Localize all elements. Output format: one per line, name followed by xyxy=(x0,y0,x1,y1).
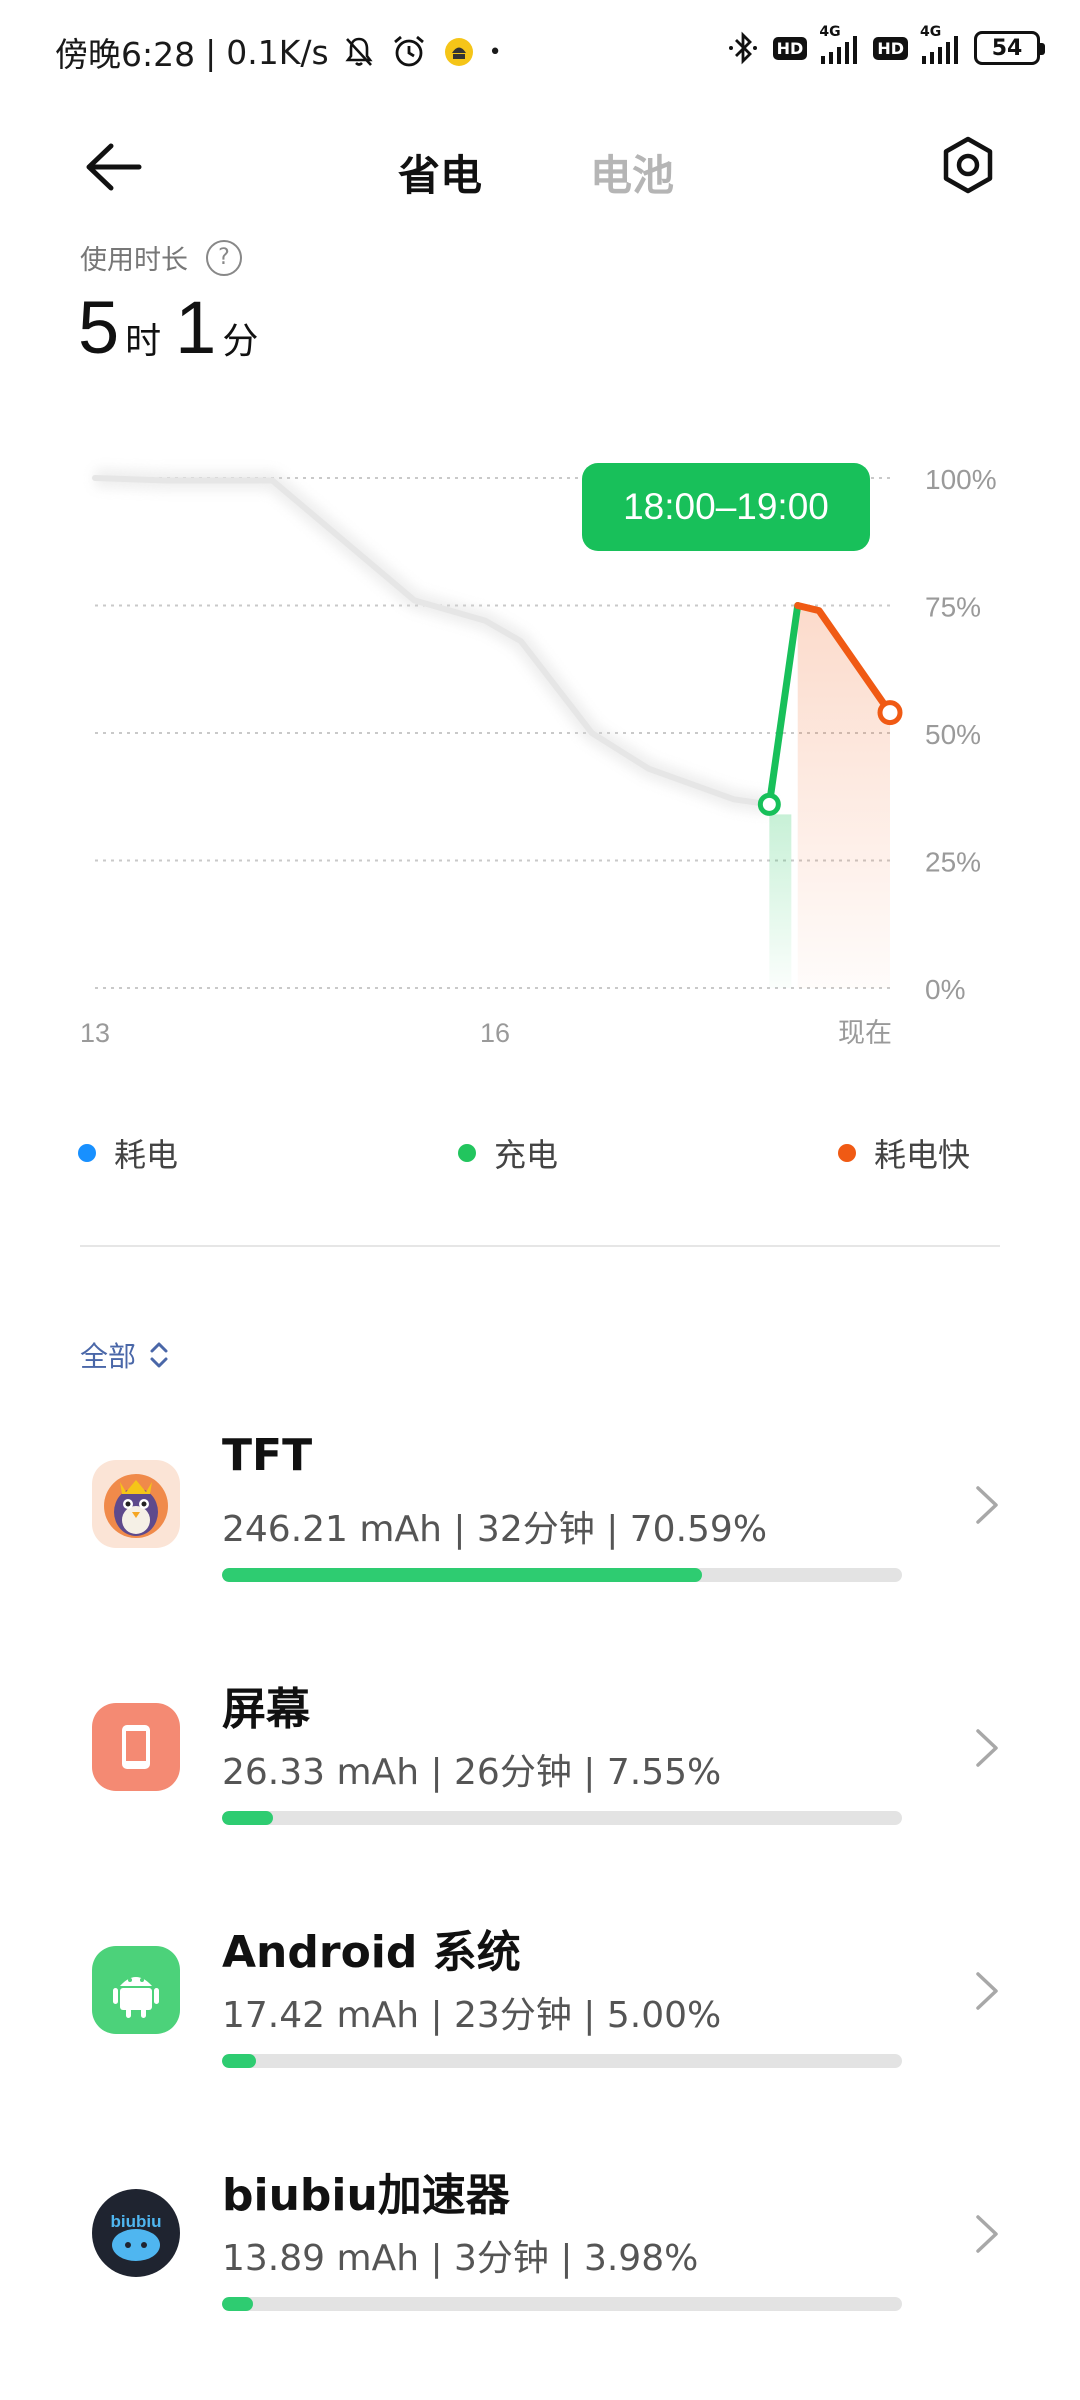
battery-level: 54 xyxy=(991,35,1023,61)
y-tick-label: 50% xyxy=(925,719,981,750)
filter-dropdown[interactable]: 全部 xyxy=(80,1335,170,1375)
status-right: HD 4G HD 4G 54 xyxy=(723,24,1045,68)
notification-app-icon xyxy=(439,32,479,72)
x-tick-label: 13 xyxy=(80,1018,110,1048)
x-tick-label: 现在 xyxy=(838,1018,892,1048)
hd-badge-2: HD xyxy=(873,36,908,60)
legend-label-fast-drain: 耗电快 xyxy=(874,1136,971,1174)
tooltip-text: 18:00–19:00 xyxy=(623,486,829,527)
current-point xyxy=(877,700,903,726)
settings-button[interactable] xyxy=(935,132,1005,202)
app-name: biubiu加速器 xyxy=(222,2170,510,2221)
chart-tooltip: 18:00–19:00 xyxy=(582,463,870,551)
status-bar: 傍晚6:28 | 0.1K/s • HD 4G HD 4G 54 xyxy=(0,0,1080,110)
y-tick-label: 0% xyxy=(925,974,965,1005)
usage-bar-track xyxy=(222,2297,902,2311)
legend-label-drain: 耗电 xyxy=(114,1136,179,1174)
filter-label: 全部 xyxy=(80,1340,137,1373)
fast-drain-area xyxy=(797,605,890,988)
chart-x-ticks: 13 16 现在 xyxy=(80,1018,892,1048)
charge-area xyxy=(769,814,792,988)
usage-minutes-unit: 分 xyxy=(222,321,259,362)
y-tick-label: 75% xyxy=(925,592,981,623)
app-stats: 246.21 mAh | 32分钟 | 70.59% xyxy=(222,1509,768,1550)
battery-icon: 54 xyxy=(974,31,1045,65)
usage-bar-fill xyxy=(222,1568,702,1582)
sort-chevron-icon xyxy=(150,1342,168,1368)
app-row-android-system[interactable]: Android 系统 17.42 mAh | 23分钟 | 5.00% xyxy=(0,1896,1080,2096)
legend-dot-drain xyxy=(78,1144,96,1162)
legend-item-drain: 耗电 xyxy=(78,1130,178,1176)
usage-label: 使用时长 xyxy=(80,245,188,276)
status-separator: | xyxy=(205,32,217,72)
bell-muted-icon xyxy=(339,32,379,72)
chevron-right-icon xyxy=(976,2215,998,2253)
app-row-biubiu[interactable]: biubiu biubiu加速器 13.89 mAh | 3分钟 | 3.98% xyxy=(0,2139,1080,2339)
battery-level-chart[interactable]: 100% 75% 50% 25% 0% 13 16 现在 18:00–19:00 xyxy=(0,430,1080,1070)
tab-battery[interactable]: 电池 xyxy=(590,142,674,203)
status-dot: • xyxy=(488,39,502,65)
screen-icon xyxy=(92,1703,180,1791)
charge-start-point xyxy=(757,792,781,816)
chart-y-ticks: 100% 75% 50% 25% 0% xyxy=(925,464,997,1005)
status-speed: 0.1K/s xyxy=(226,32,329,72)
help-icon[interactable]: ? xyxy=(206,239,242,276)
app-stats: 17.42 mAh | 23分钟 | 5.00% xyxy=(222,1995,722,2036)
tft-app-icon xyxy=(92,1460,180,1548)
usage-label-row: 使用时长 ? xyxy=(80,238,242,277)
y-tick-label: 25% xyxy=(925,847,981,878)
biubiu-icon-text: biubiu xyxy=(111,2212,162,2231)
status-left: 傍晚6:28 | 0.1K/s • xyxy=(55,28,502,76)
usage-bar-fill xyxy=(222,1811,274,1825)
legend-label-charge: 充电 xyxy=(494,1136,559,1174)
usage-bar-track xyxy=(222,2054,902,2068)
app-stats: 13.89 mAh | 3分钟 | 3.98% xyxy=(222,2238,699,2279)
legend-dot-fast-drain xyxy=(838,1144,856,1162)
usage-bar-fill xyxy=(222,2297,253,2311)
settings-icon xyxy=(943,136,993,194)
signal-1-icon: 4G xyxy=(817,24,863,66)
hd-badge-1: HD xyxy=(772,36,808,60)
header: 省电 电池 xyxy=(0,110,1080,220)
usage-minutes: 1 xyxy=(175,286,217,369)
usage-hours: 5 xyxy=(78,286,120,369)
x-tick-label: 16 xyxy=(480,1018,510,1048)
app-stats: 26.33 mAh | 26分钟 | 7.55% xyxy=(222,1752,722,1793)
usage-duration: 5 时 1 分 xyxy=(78,285,266,370)
app-name: TFT xyxy=(222,1430,313,1481)
usage-hours-unit: 时 xyxy=(125,321,162,362)
usage-bar-track xyxy=(222,1568,902,1582)
y-tick-label: 100% xyxy=(925,464,997,495)
series-charge-line xyxy=(765,602,802,808)
back-arrow-icon xyxy=(86,143,142,191)
app-name: Android 系统 xyxy=(222,1927,521,1978)
biubiu-icon: biubiu xyxy=(92,2189,180,2277)
legend-dot-charge xyxy=(458,1144,476,1162)
android-icon xyxy=(92,1946,180,2034)
status-time: 傍晚6:28 xyxy=(55,35,196,74)
usage-bar-fill xyxy=(222,2054,256,2068)
chevron-right-icon xyxy=(976,1486,998,1524)
back-button[interactable] xyxy=(75,132,155,202)
app-row-tft[interactable]: TFT 246.21 mAh | 32分钟 | 70.59% xyxy=(0,1410,1080,1610)
usage-bar-track xyxy=(222,1811,902,1825)
alarm-icon xyxy=(389,32,429,72)
section-divider xyxy=(80,1245,1000,1247)
legend-item-fast-drain: 耗电快 xyxy=(838,1130,970,1176)
chevron-right-icon xyxy=(976,1729,998,1767)
app-name: 屏幕 xyxy=(222,1684,310,1735)
signal-2-icon: 4G xyxy=(918,24,964,66)
legend-item-charge: 充电 xyxy=(458,1130,558,1176)
app-row-screen[interactable]: 屏幕 26.33 mAh | 26分钟 | 7.55% xyxy=(0,1653,1080,1853)
chevron-right-icon xyxy=(976,1972,998,2010)
chart-legend: 耗电 充电 耗电快 xyxy=(0,1130,1080,1190)
bluetooth-icon xyxy=(723,28,763,68)
tab-power-saving[interactable]: 省电 xyxy=(398,142,482,203)
